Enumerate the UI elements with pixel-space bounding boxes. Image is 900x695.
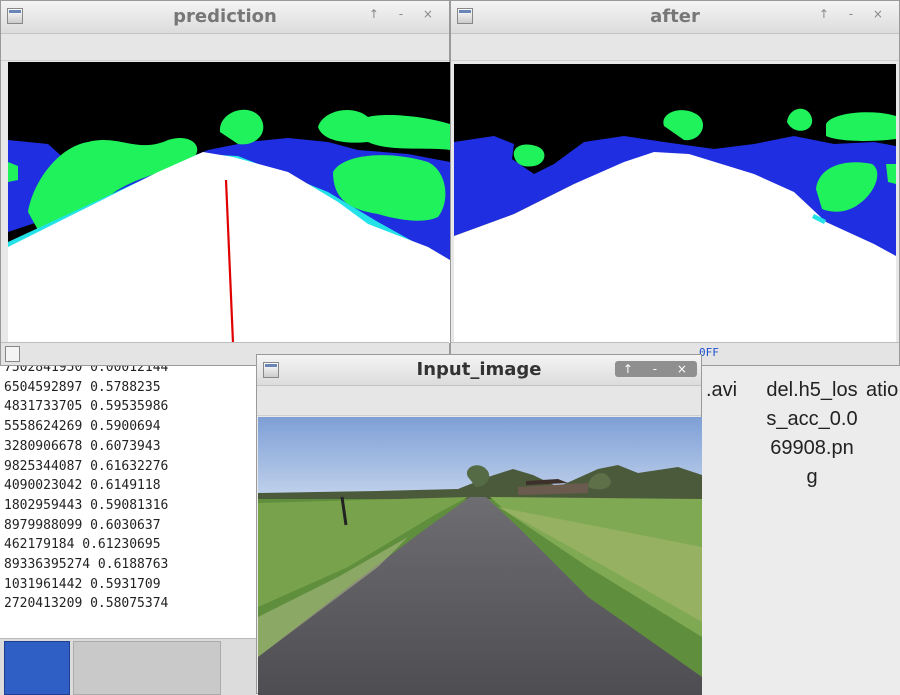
file-name-line: 69908.pn: [770, 437, 854, 459]
terminal-line: 4090023042 0.6149118: [4, 478, 161, 494]
window-controls[interactable]: ↑ ‑ ×: [819, 7, 891, 21]
after-titlebar[interactable]: after ↑ ‑ ×: [451, 1, 899, 34]
prediction-toolbar: [1, 34, 449, 61]
terminal-line: 2720413209 0.58075374: [4, 596, 169, 612]
terminal-panel: 7502841950 0.00012144 6504592897 0.578823…: [0, 366, 257, 638]
file-model-png[interactable]: del.h5_los s_acc_0.0 69908.pn g: [760, 376, 864, 492]
input-road-image: [258, 417, 702, 695]
terminal-line: 5558624269 0.5900694: [4, 419, 161, 435]
file-name-line: del.h5_los: [766, 379, 858, 401]
terminal-line: 1031961442 0.5931709: [4, 576, 161, 592]
terminal-line: 7502841950 0.00012144: [4, 366, 169, 375]
prediction-window: prediction ↑ ‑ ×: [0, 0, 450, 366]
window-controls[interactable]: ↑ ‑ ×: [614, 361, 697, 377]
terminal-line: 8979988099 0.6030637: [4, 517, 161, 533]
file-name-line: s_acc_0.0: [766, 408, 858, 430]
taskbar-button[interactable]: [73, 641, 221, 695]
terminal-line: 4831733705 0.59535986: [4, 399, 169, 415]
terminal-line: 3280906678 0.6073943: [4, 438, 161, 454]
prediction-segmentation-image: [8, 62, 450, 343]
terminal-line: 89336395274 0.6188763: [4, 557, 169, 573]
prediction-titlebar[interactable]: prediction ↑ ‑ ×: [1, 1, 449, 34]
taskbar-strip: [0, 638, 256, 695]
vegetation-mask: [513, 144, 545, 167]
status-checkbox[interactable]: [5, 346, 20, 362]
after-window: after ↑ ‑ × 0FF: [450, 0, 900, 366]
input-toolbar: [257, 386, 701, 416]
terminal-line: 6504592897 0.5788235: [4, 379, 161, 395]
terminal-line: 1802959443 0.59081316: [4, 497, 169, 513]
taskbar-active-button[interactable]: [4, 641, 70, 695]
window-controls[interactable]: ↑ ‑ ×: [369, 7, 441, 21]
file-partial[interactable]: atio: [866, 376, 898, 405]
file-listing: .avi del.h5_los s_acc_0.0 69908.pn g ati…: [702, 366, 900, 694]
file-avi[interactable]: .avi: [706, 376, 737, 405]
input-titlebar[interactable]: Input_image ↑ ‑ ×: [257, 355, 701, 386]
file-name-line: g: [806, 466, 818, 488]
terminal-line: 462179184 0.61230695: [4, 537, 161, 553]
input-image-window: Input_image ↑ ‑ ×: [256, 354, 702, 695]
terminal-line: 9825344087 0.61632276: [4, 458, 169, 474]
after-segmentation-image: [454, 64, 896, 344]
after-toolbar: [451, 34, 899, 61]
terminal-output: 7502841950 0.00012144 6504592897 0.578823…: [4, 366, 168, 614]
